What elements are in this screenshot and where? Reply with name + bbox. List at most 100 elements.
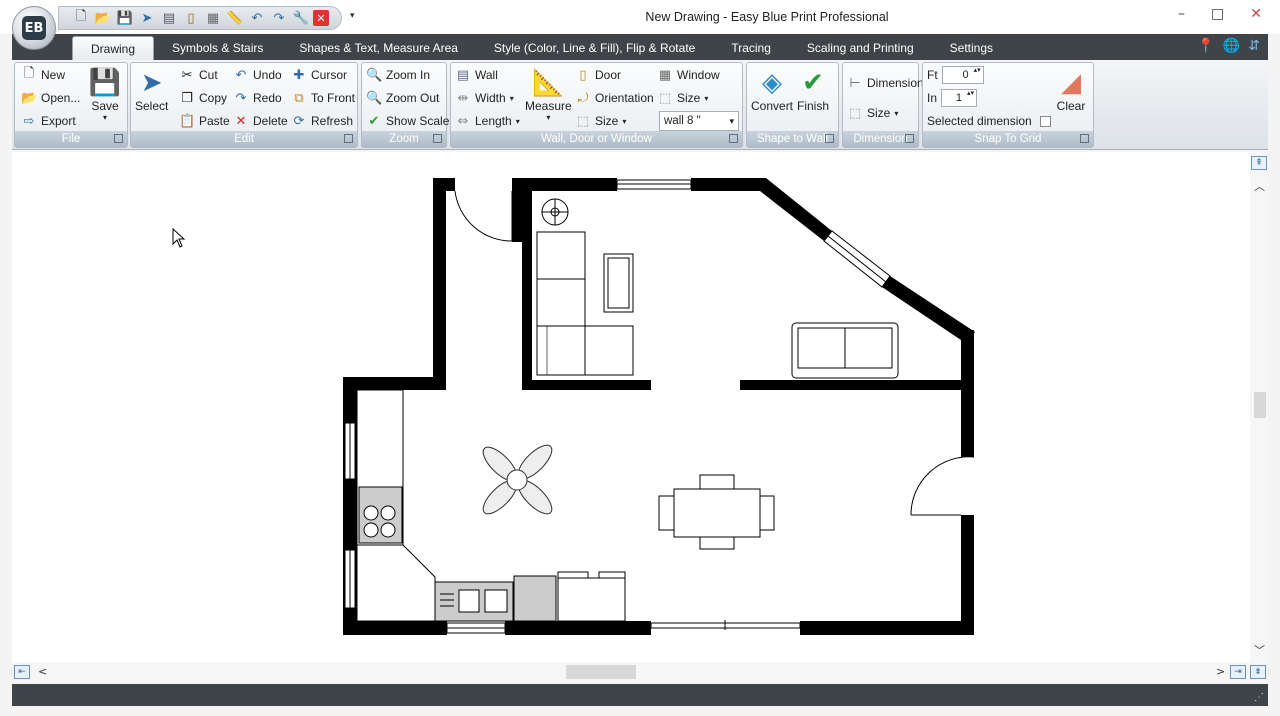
dialog-launcher-icon[interactable] [825, 134, 834, 143]
new-icon[interactable]: 🗋 [71, 8, 91, 28]
measure-icon[interactable]: 📏 [225, 8, 245, 28]
open-button[interactable]: 📂 Open... [21, 88, 80, 108]
checkbox-box[interactable] [1039, 115, 1051, 127]
convert-button[interactable]: ◈ Convert [751, 67, 793, 113]
wall-bottom-a[interactable] [343, 621, 447, 635]
undo-button[interactable]: ↶ Undo [233, 65, 282, 85]
tab-style[interactable]: Style (Color, Line & Fill), Flip & Rotat… [476, 36, 713, 60]
wall-right-upper[interactable] [961, 330, 974, 457]
close-icon[interactable]: ✕ [313, 10, 329, 26]
vertical-scroll-thumb[interactable] [1254, 392, 1266, 418]
wall-top-left[interactable] [343, 377, 446, 390]
zoom-out-button[interactable]: 🔍 Zoom Out [366, 88, 439, 108]
door-button[interactable]: ▯ Door [575, 65, 621, 85]
dialog-launcher-icon[interactable] [905, 134, 914, 143]
maximize-icon[interactable]: □ [1211, 6, 1224, 22]
wall-entry-right[interactable] [512, 178, 522, 242]
wall-icon[interactable]: ▤ [159, 8, 179, 28]
undo-icon[interactable]: ↶ [247, 8, 267, 28]
scroll-last-icon[interactable]: ⇥ [1230, 665, 1246, 679]
window-close-icon[interactable]: ✕ [1250, 6, 1262, 22]
wall-inner-left[interactable] [522, 190, 532, 390]
ceiling-fan[interactable] [478, 440, 557, 519]
tab-symbols-stairs[interactable]: Symbols & Stairs [154, 36, 281, 60]
cut-button[interactable]: ✂ Cut [179, 65, 218, 85]
orientation-button[interactable]: ⤾ Orientation [575, 88, 654, 108]
scroll-up-icon[interactable]: ︿ [1254, 178, 1265, 194]
select-button[interactable]: ➤ Select [135, 67, 168, 113]
open-icon[interactable]: 📂 [93, 8, 113, 28]
wall-right-lower[interactable] [961, 515, 974, 635]
wall-inner-bottom-a[interactable] [522, 380, 651, 390]
new-button[interactable]: 🗋 New [21, 65, 65, 85]
wall-entry-top[interactable] [433, 178, 455, 191]
cursor-button[interactable]: ✚ Cursor [291, 65, 347, 85]
wall-bottom-b[interactable] [505, 621, 651, 635]
scroll-bottom-icon[interactable]: ⇟ [1250, 665, 1266, 679]
customize-qat-icon[interactable]: ▾ [350, 11, 355, 21]
to-front-button[interactable]: ⧉ To Front [291, 88, 355, 108]
dimension-size-dropdown[interactable]: ⬚ Size ▾ [847, 103, 899, 123]
length-dropdown[interactable]: ⇔ Length ▾ [455, 111, 520, 131]
refresh-button[interactable]: ⟳ Refresh [291, 111, 353, 131]
floor-plan[interactable] [12, 152, 1250, 662]
show-scale-button[interactable]: ✔ Show Scale [366, 111, 450, 131]
wall-top-a[interactable] [512, 178, 617, 191]
wall-entry-left[interactable] [433, 178, 446, 390]
horizontal-scrollbar[interactable]: ⇤ < > ⇥ ⇟ [12, 662, 1268, 682]
door-size-dropdown[interactable]: ⬚ Size ▾ [575, 111, 627, 131]
scroll-right-icon[interactable]: > [1216, 665, 1225, 678]
window-size-dropdown[interactable]: ⬚ Size ▾ [657, 88, 709, 108]
resize-grip-icon[interactable]: ⋰ [1254, 692, 1264, 703]
tab-shapes-text[interactable]: Shapes & Text, Measure Area [281, 36, 476, 60]
delete-button[interactable]: ✕ Delete [233, 111, 288, 131]
door-right-swing[interactable] [910, 456, 975, 516]
zoom-in-button[interactable]: 🔍 Zoom In [366, 65, 430, 85]
select-icon[interactable]: ➤ [137, 8, 157, 28]
door-entry-swing[interactable] [454, 190, 513, 242]
tab-tracing[interactable]: Tracing [713, 36, 789, 60]
loveseat[interactable] [791, 322, 899, 379]
tv-stand[interactable] [603, 253, 634, 313]
redo-button[interactable]: ↷ Redo [233, 88, 282, 108]
drawing-canvas[interactable] [12, 152, 1250, 662]
tab-drawing[interactable]: Drawing [72, 36, 155, 60]
paste-button[interactable]: 📋 Paste [179, 111, 230, 131]
wall-inner-bottom-b[interactable] [740, 380, 972, 390]
finish-button[interactable]: ✔ Finish [797, 67, 829, 113]
dialog-launcher-icon[interactable] [114, 134, 123, 143]
dialog-launcher-icon[interactable] [433, 134, 442, 143]
floor-lamp[interactable] [541, 198, 569, 226]
wall-type-select[interactable]: wall 8 " [659, 111, 739, 131]
wall-diagonal-a[interactable] [760, 178, 832, 241]
clear-button[interactable]: ◢ Clear [1055, 67, 1087, 113]
info-pin-icon[interactable]: 📍 [1197, 38, 1214, 54]
dimension-button[interactable]: ⊢ Dimension [847, 73, 923, 93]
windows[interactable] [344, 179, 891, 634]
measure-button[interactable]: 📐 Measure ▾ [525, 67, 572, 122]
dialog-launcher-icon[interactable] [344, 134, 353, 143]
scroll-first-icon[interactable]: ⇤ [14, 665, 30, 679]
horizontal-scroll-thumb[interactable] [566, 665, 636, 679]
web-help-icon[interactable]: 🌐 [1223, 38, 1240, 54]
walls[interactable] [343, 178, 975, 635]
wrench-icon[interactable]: 🔧 [291, 8, 311, 28]
update-icon[interactable]: ⇵ [1248, 38, 1260, 54]
redo-icon[interactable]: ↷ [269, 8, 289, 28]
scroll-left-icon[interactable]: < [38, 665, 47, 678]
window-button[interactable]: ▦ Window [657, 65, 720, 85]
application-menu-button[interactable]: EB [12, 6, 56, 50]
wall-button[interactable]: ▤ Wall [455, 65, 498, 85]
inches-stepper[interactable]: 1 [941, 89, 978, 107]
dining-table[interactable] [658, 474, 775, 550]
door-icon[interactable]: ▯ [181, 8, 201, 28]
wall-bottom-c[interactable] [800, 621, 974, 635]
export-button[interactable]: ⇨ Export [21, 111, 76, 131]
vertical-scrollbar[interactable]: ⇞ ︿ ﹀ [1250, 152, 1268, 662]
wall-top-b[interactable] [691, 178, 766, 191]
save-icon[interactable]: 💾 [115, 8, 135, 28]
window-icon[interactable]: ▦ [203, 8, 223, 28]
tab-settings[interactable]: Settings [932, 36, 1011, 60]
copy-button[interactable]: ❐ Copy [179, 88, 227, 108]
width-dropdown[interactable]: ⇹ Width ▾ [455, 88, 514, 108]
